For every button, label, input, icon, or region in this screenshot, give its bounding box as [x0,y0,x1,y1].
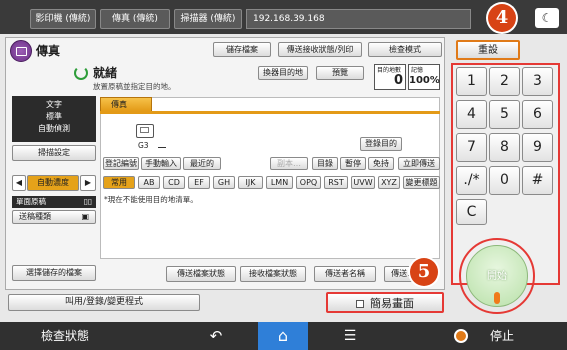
g3-label: G3 [138,141,149,150]
step-badge-5: 5 [410,258,438,286]
single-side-original: 單面原稿 ▯▯ [12,196,96,208]
alpha-tab-xyz[interactable]: XYZ [378,176,400,189]
pause-button[interactable]: 暫停 [340,157,366,170]
alpha-tab-ijk[interactable]: IJK [238,176,263,189]
send-receive-status-button[interactable]: 傳送接收狀態/列印 [278,42,362,57]
simple-screen-button[interactable]: 簡易畫面 [326,292,444,313]
ip-address-text: 192.168.39.168 [253,14,325,24]
fax-destination-tab[interactable]: 傳真 [100,97,152,112]
home-icon[interactable]: ⌂ [258,322,308,350]
tab-copier[interactable]: 影印機 (傳統) [30,9,96,29]
start-indicator-light [494,292,500,304]
reset-button[interactable]: 重設 [456,40,520,60]
moon-icon[interactable]: ☾ [535,8,559,28]
simple-screen-checkbox-icon [356,300,364,308]
receive-file-status-button[interactable]: 接收檔案狀態 [240,266,306,282]
call-register-program-button[interactable]: 叫用/登錄/變更程式 [8,294,200,311]
ip-address-field: 192.168.39.168 [246,9,471,29]
check-mode-button[interactable]: 檢查模式 [368,42,442,57]
original-sides-icon: ▯▯ [83,197,92,206]
key-0[interactable]: 0 [489,166,520,195]
alpha-tab-lmn[interactable]: LMN [266,176,293,189]
tab-fax[interactable]: 傳真 (傳統) [100,9,170,29]
app-title: 傳真 [36,44,61,58]
alpha-tab-uvw[interactable]: UVW [351,176,375,189]
key-3[interactable]: 3 [522,67,553,96]
alpha-tab-opq[interactable]: OPQ [296,176,321,189]
fax-machine-icon [136,124,154,138]
key-4[interactable]: 4 [456,100,487,129]
manual-input-button[interactable]: 手動輸入 [141,157,181,170]
stop-icon [454,329,468,343]
alpha-tab-cd[interactable]: CD [163,176,185,189]
key-dot-star[interactable]: ./* [456,166,487,195]
alpha-tab-gh[interactable]: GH [213,176,235,189]
switch-destination-button[interactable]: 換器目的地 [258,66,308,80]
destination-count-box: 目的地數 0 [374,64,406,90]
key-2[interactable]: 2 [489,67,520,96]
on-hook-button[interactable]: 免持 [368,157,394,170]
memory-value: 100% [409,75,440,86]
destination-count-value: 0 [393,73,403,88]
destination-list-notice: *現在不能使用目的地清單。 [104,195,198,204]
key-6[interactable]: 6 [522,100,553,129]
simple-screen-label: 簡易畫面 [370,297,414,310]
menu-icon[interactable]: ☰ [330,322,370,350]
step-badge-4: 4 [488,4,516,32]
status-subtitle: 放置原稿並指定目的地。 [93,82,176,91]
send-file-status-button[interactable]: 傳送檔案狀態 [166,266,236,282]
auto-density-button[interactable]: 自動濃度 [27,175,79,191]
change-title-button[interactable]: 變更標題 [403,176,440,189]
fax-app-icon [10,40,32,62]
density-lighter-button[interactable]: ◀ [12,175,26,191]
scan-settings-button[interactable]: 掃描設定 [12,145,96,161]
key-clear[interactable]: C [456,199,487,225]
alpha-tab-ab[interactable]: AB [138,176,160,189]
back-icon[interactable]: ↶ [196,322,236,350]
registration-number-button[interactable]: 登記編號 [103,157,139,170]
density-darker-button[interactable]: ▶ [80,175,96,191]
scan-settings-summary: 文字 標準 自動偵測 [12,96,96,142]
save-file-button[interactable]: 儲存檔案 [213,42,271,57]
key-1[interactable]: 1 [456,67,487,96]
alpha-tab-ef[interactable]: EF [188,176,210,189]
register-destination-button[interactable]: 登錄目的 [360,137,402,151]
status-title: 就緒 [93,66,118,80]
setting-line-resolution: 標準 [46,112,62,121]
key-hash[interactable]: # [522,166,553,195]
alpha-tab-frequent[interactable]: 常用 [103,176,135,189]
input-cursor [158,147,166,148]
setting-line-text: 文字 [46,100,62,109]
key-5[interactable]: 5 [489,100,520,129]
immediate-send-button[interactable]: 立即傳送 [398,157,440,170]
tab-underline [100,111,440,114]
send-type-icon: ▣ [81,212,89,221]
select-stored-file-button[interactable]: 選擇儲存的檔案 [12,265,96,281]
memory-label: 記憶 [411,67,424,74]
sender-name-button[interactable]: 傳送者名稱 [314,266,376,282]
send-type-label: 送稿種類 [19,212,51,221]
key-9[interactable]: 9 [522,133,553,162]
single-side-label: 單面原稿 [16,197,46,206]
send-type-button[interactable]: 送稿種類 ▣ [12,210,96,224]
recent-button[interactable]: 最近的 [183,157,221,170]
alpha-tab-rst[interactable]: RST [324,176,348,189]
dim-option-button[interactable]: 副本… [270,157,308,170]
key-8[interactable]: 8 [489,133,520,162]
key-7[interactable]: 7 [456,133,487,162]
memory-box: 記憶 100% [408,64,440,90]
setting-line-detect: 自動偵測 [38,124,70,133]
ready-status-icon [74,66,88,80]
stop-label: 停止 [490,329,515,343]
tab-scanner[interactable]: 掃描器 (傳統) [174,9,242,29]
start-label: 開始 [487,271,507,282]
stop-button[interactable]: 停止 [440,322,567,350]
directory-button[interactable]: 目錄 [312,157,338,170]
check-status-button[interactable]: 檢查狀態 [0,322,130,350]
preview-button[interactable]: 預覽 [316,66,364,80]
